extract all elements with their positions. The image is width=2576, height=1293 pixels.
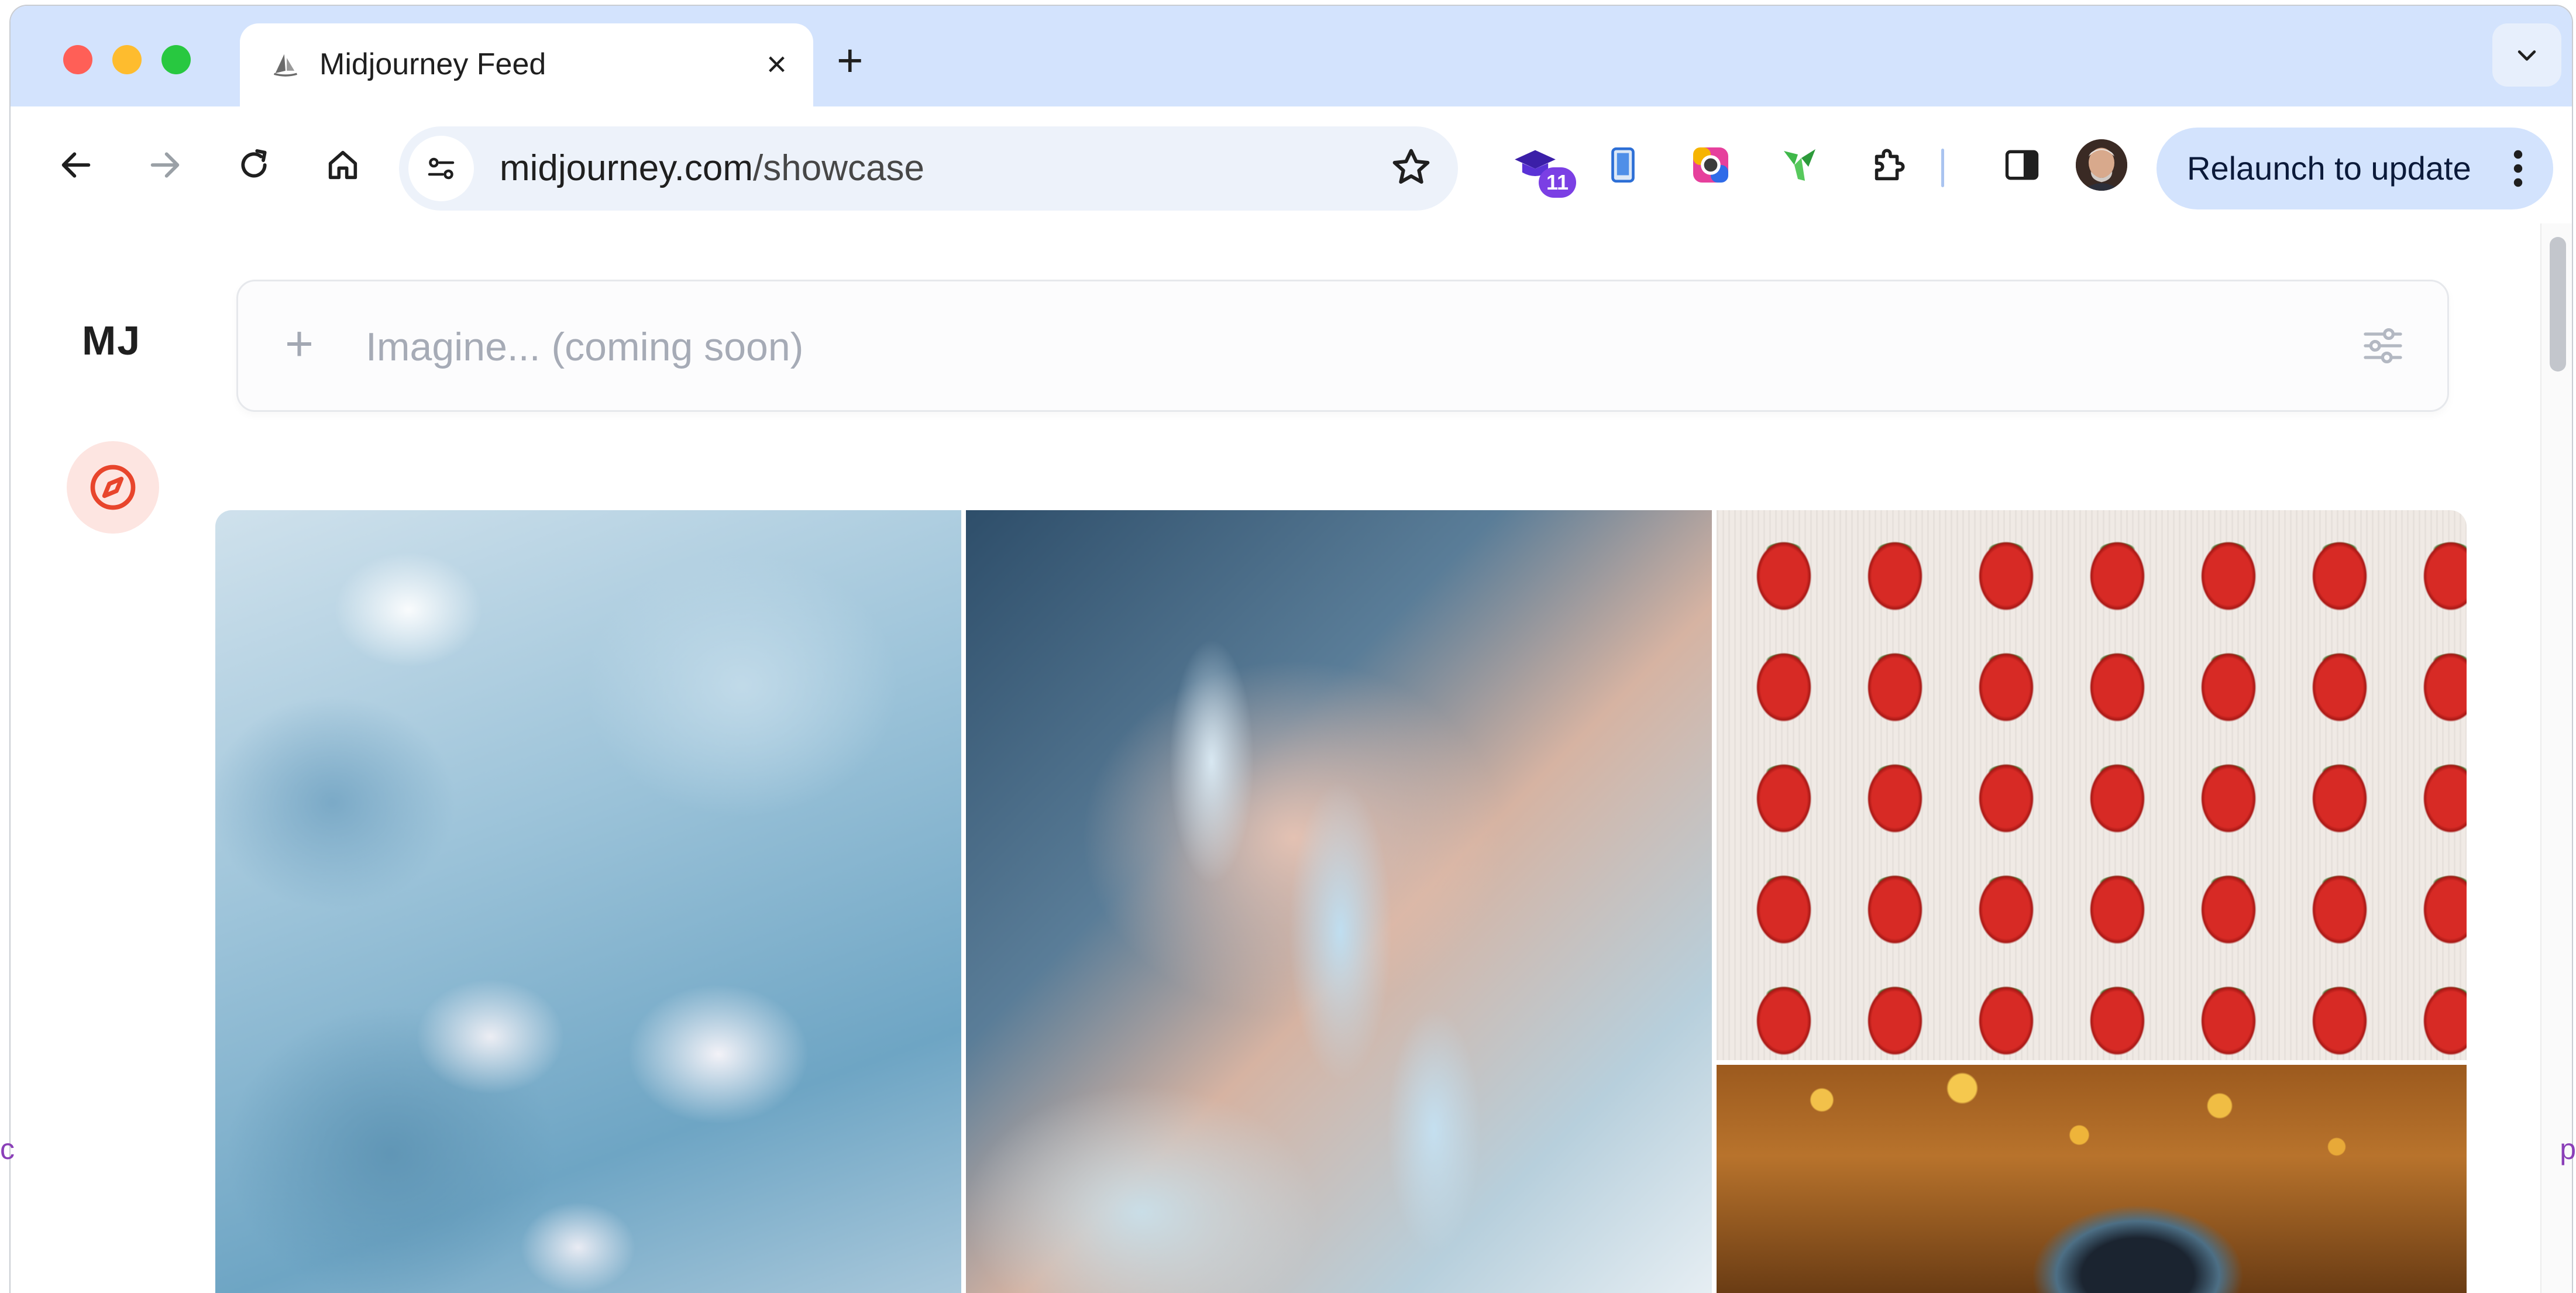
relaunch-to-update-button[interactable]: Relaunch to update — [2157, 128, 2553, 209]
side-panel-button[interactable] — [1994, 137, 2050, 193]
home-button[interactable] — [314, 136, 372, 194]
close-tab-icon[interactable]: × — [766, 41, 787, 88]
extension-green-leaf-icon — [1784, 149, 1815, 181]
back-button[interactable] — [47, 136, 105, 194]
compass-icon — [90, 465, 136, 510]
showcase-gallery — [215, 510, 2467, 1293]
browser-window: Midjourney Feed × + midjourney.com/showc… — [11, 6, 2572, 1293]
tab-title: Midjourney Feed — [319, 47, 546, 81]
more-vertical-icon[interactable] — [2511, 147, 2525, 190]
gallery-image-blue-flowers[interactable] — [215, 510, 961, 1293]
gallery-image-golden-eye[interactable] — [1717, 1065, 2467, 1293]
page-content: MJ + Imagine... (coming soon) — [11, 223, 2572, 1293]
add-image-icon[interactable]: + — [285, 314, 314, 373]
tune-icon — [428, 157, 455, 180]
reload-button[interactable] — [225, 136, 283, 194]
extension-phone-button[interactable] — [1595, 137, 1651, 193]
profile-photo-icon — [2076, 139, 2127, 191]
new-tab-button[interactable]: + — [837, 34, 864, 87]
imagine-prompt-bar[interactable]: + Imagine... (coming soon) — [236, 280, 2449, 412]
site-info-button[interactable] — [408, 136, 474, 201]
forward-button[interactable] — [136, 136, 194, 194]
settings-sliders-icon[interactable] — [2360, 322, 2406, 369]
tab-midjourney-feed[interactable]: Midjourney Feed × — [240, 23, 813, 106]
url-text[interactable]: midjourney.com/showcase — [500, 145, 924, 192]
extension-color-ring-icon — [1693, 147, 1728, 183]
close-window-button[interactable] — [63, 45, 92, 74]
puzzle-piece-icon — [1875, 149, 1905, 181]
bookmark-star-button[interactable] — [1388, 144, 1435, 194]
midjourney-logo[interactable]: MJ — [82, 317, 141, 364]
extension-green-leaf-button[interactable] — [1772, 137, 1828, 193]
explore-nav-button[interactable] — [67, 441, 159, 534]
arrow-left-icon — [61, 152, 91, 178]
relaunch-label: Relaunch to update — [2187, 150, 2471, 187]
profile-avatar[interactable] — [2076, 139, 2127, 191]
tab-strip: Midjourney Feed × + — [11, 6, 2572, 106]
extension-graduation-button[interactable]: 11 — [1507, 137, 1576, 198]
chevron-down-icon — [2517, 50, 2536, 61]
home-icon — [328, 150, 357, 180]
url-path: /showcase — [753, 148, 924, 188]
gallery-image-crystal-nails[interactable] — [966, 510, 1712, 1293]
arrow-right-icon — [150, 152, 180, 178]
address-bar[interactable]: midjourney.com/showcase — [399, 126, 1458, 211]
tab-search-button[interactable] — [2492, 23, 2561, 87]
scrollbar-thumb[interactable] — [2550, 237, 2566, 372]
edge-fragment-left: c — [0, 1133, 15, 1165]
edge-fragment-right: p — [2560, 1133, 2576, 1165]
prompt-placeholder: Imagine... (coming soon) — [366, 325, 804, 369]
extensions-menu-button[interactable] — [1860, 137, 1917, 193]
maximize-window-button[interactable] — [161, 45, 191, 74]
side-panel-icon — [2005, 150, 2039, 180]
browser-toolbar: midjourney.com/showcase 11 Relaunch to u… — [11, 106, 2572, 225]
reload-icon — [241, 149, 267, 178]
star-icon — [1392, 149, 1430, 184]
extension-color-ring-button[interactable] — [1683, 137, 1739, 193]
extension-badge-count: 11 — [1539, 167, 1576, 198]
toolbar-divider — [1941, 149, 1944, 187]
extension-phone-icon — [1611, 147, 1635, 183]
midjourney-sail-icon — [274, 54, 297, 77]
gallery-image-knitted-strawberries[interactable] — [1717, 510, 2467, 1060]
url-host: midjourney.com — [500, 148, 754, 188]
minimize-window-button[interactable] — [112, 45, 142, 74]
